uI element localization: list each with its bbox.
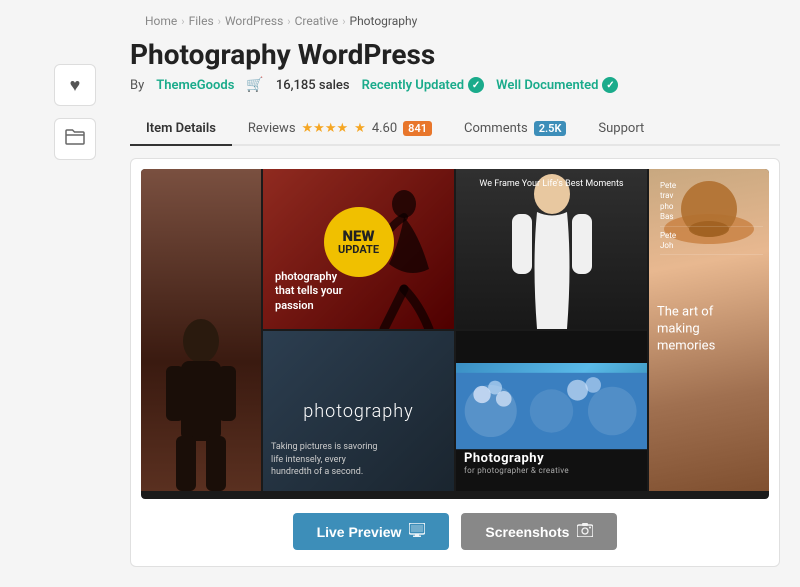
page-title: Photography WordPress	[130, 38, 780, 71]
recently-updated-badge: Recently Updated ✓	[362, 77, 485, 93]
screenshots-icon	[577, 523, 593, 540]
favorite-button[interactable]: ♥	[54, 64, 96, 106]
tabs-row: Item Details Reviews ★★★★ ★ 4.60 841 Com…	[130, 113, 780, 146]
preview-image: NEW UPDATE photographythat tells yourpas…	[141, 169, 769, 499]
tab-support-label: Support	[598, 121, 644, 136]
content-area: Photography WordPress By ThemeGoods 🛒 16…	[130, 34, 780, 567]
live-preview-label: Live Preview	[317, 524, 402, 540]
cell-5-text: photography	[303, 401, 413, 422]
sales-count: 16,185 sales	[276, 78, 350, 93]
cell-5-bottom-text: Taking pictures is savoringlife intensel…	[271, 441, 377, 479]
preview-container: NEW UPDATE photographythat tells yourpas…	[130, 158, 780, 567]
tab-item-details[interactable]: Item Details	[130, 113, 232, 146]
tab-reviews-label: Reviews	[248, 121, 296, 136]
breadcrumb-home[interactable]: Home	[145, 14, 177, 28]
folder-icon	[65, 128, 85, 151]
stars: ★★★★	[302, 121, 349, 136]
tab-item-details-label: Item Details	[146, 121, 216, 136]
sidebar: ♥	[20, 34, 130, 567]
rating-num: 4.60	[372, 121, 397, 136]
recently-updated-check: ✓	[468, 77, 484, 93]
screenshots-button[interactable]: Screenshots	[461, 513, 617, 550]
mosaic-cell-3: We Frame Your Life's Best Moments	[456, 169, 647, 329]
reviews-count-badge: 841	[403, 121, 432, 136]
art-text-overlay: The art ofmakingmemories	[657, 305, 715, 356]
tab-comments-label: Comments	[464, 121, 528, 136]
new-badge: NEW UPDATE	[324, 207, 394, 277]
breadcrumb-current: Photography	[350, 14, 418, 28]
well-documented-check: ✓	[602, 77, 618, 93]
mosaic-cell-5: photography Taking pictures is savoringl…	[263, 331, 454, 491]
side-mini-list: PetetravphoBas PeteJoh	[654, 177, 769, 259]
by-label: By	[130, 78, 144, 93]
screenshots-label: Screenshots	[485, 524, 569, 540]
cart-icon: 🛒	[246, 77, 263, 93]
meta-row: By ThemeGoods 🛒 16,185 sales Recently Up…	[130, 77, 780, 93]
live-preview-button[interactable]: Live Preview	[293, 513, 450, 550]
author-link[interactable]: ThemeGoods	[156, 78, 234, 93]
breadcrumb-sep-1: ›	[181, 15, 184, 28]
breadcrumb-wordpress[interactable]: WordPress	[225, 14, 283, 28]
buttons-row: Live Preview Screenshots	[141, 513, 769, 550]
tab-reviews[interactable]: Reviews ★★★★ ★ 4.60 841	[232, 113, 448, 146]
half-star: ★	[354, 121, 366, 136]
tab-support[interactable]: Support	[582, 113, 660, 146]
page-header: Photography WordPress By ThemeGoods 🛒 16…	[130, 34, 780, 103]
comments-count-badge: 2.5K	[534, 121, 567, 136]
cell-3-text: We Frame Your Life's Best Moments	[456, 179, 647, 189]
well-documented-badge: Well Documented ✓	[496, 77, 618, 93]
mosaic-cell-1	[141, 169, 261, 491]
breadcrumb-sep-2: ›	[218, 15, 221, 28]
breadcrumb: Home › Files › WordPress › Creative › Ph…	[0, 0, 800, 34]
recently-updated-label: Recently Updated	[362, 78, 465, 93]
well-documented-label: Well Documented	[496, 78, 598, 93]
breadcrumb-sep-3: ›	[287, 15, 290, 28]
mini-item-2: PeteJoh	[660, 231, 763, 256]
mini-item-1: PetetravphoBas	[660, 181, 763, 227]
heart-icon: ♥	[70, 75, 81, 96]
new-badge-line1: NEW	[343, 228, 375, 245]
tab-comments[interactable]: Comments 2.5K	[448, 113, 582, 146]
mosaic-cell-2: NEW UPDATE photographythat tells yourpas…	[263, 169, 454, 329]
mosaic-cell-6: Photography for photographer & creative	[456, 331, 647, 491]
breadcrumb-creative[interactable]: Creative	[295, 14, 339, 28]
collection-button[interactable]	[54, 118, 96, 160]
live-preview-icon	[409, 523, 425, 540]
breadcrumb-sep-4: ›	[342, 15, 345, 28]
breadcrumb-files[interactable]: Files	[189, 14, 214, 28]
cell-2-text: photographythat tells yourpassion	[275, 270, 343, 313]
new-badge-line2: UPDATE	[338, 244, 379, 256]
